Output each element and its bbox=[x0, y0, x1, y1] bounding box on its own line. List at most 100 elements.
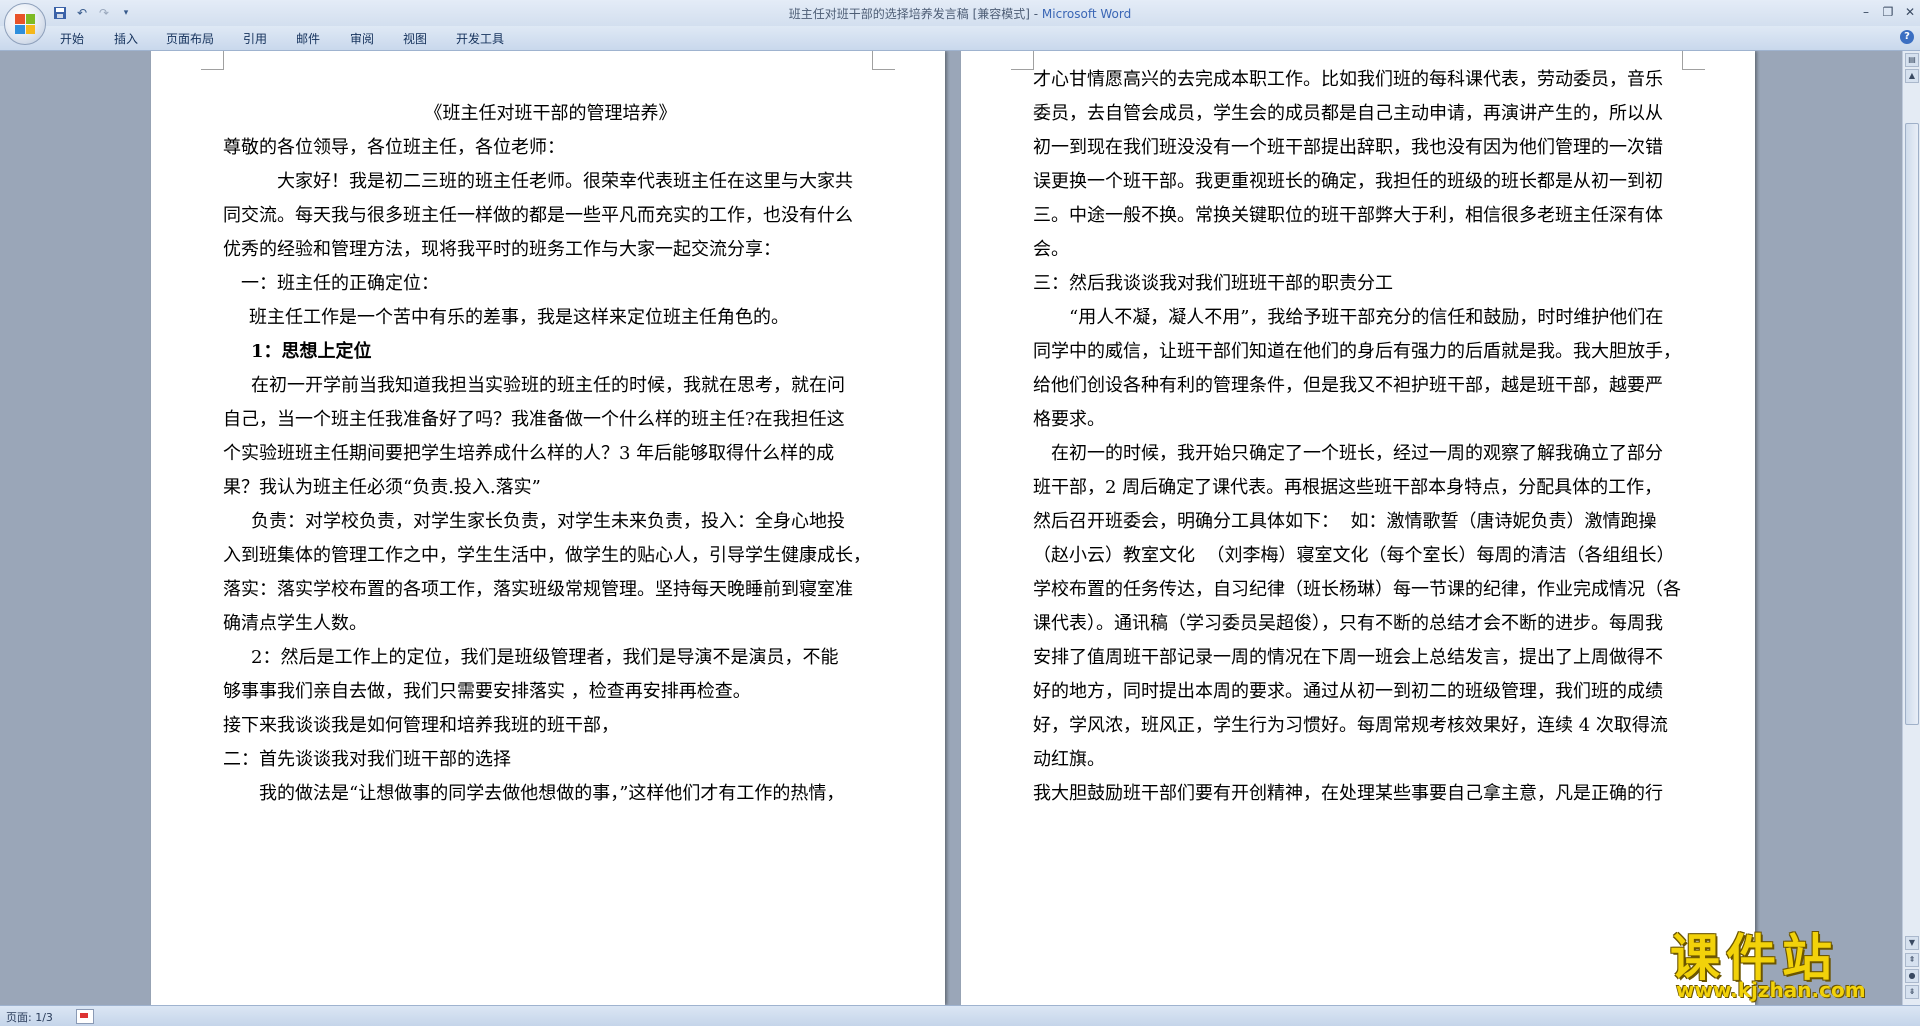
office-logo-icon bbox=[15, 14, 35, 34]
text-line: 才心甘情愿高兴的去完成本职工作。比如我们班的每科课代表，劳动委员，音乐 bbox=[1033, 69, 1663, 91]
watermark-url: www.kjzhan.com bbox=[1676, 978, 1866, 1002]
text-line: （赵小云）教室文化 （刘李梅）寝室文化（每个室长）每周的清洁（各组组长） bbox=[1033, 545, 1674, 567]
tab-mailings[interactable]: 邮件 bbox=[296, 30, 320, 47]
text-line: 委员，去自管会成员，学生会的成员都是自己主动申请，再演讲产生的，所以从 bbox=[1033, 103, 1663, 125]
text-line-content: 好，学风浓，班风正，学生行为习惯好。每周常规考核效果好，连续 4 次取得流 bbox=[1033, 715, 1668, 736]
text-line: 三：然后我谈谈我对我们班班干部的职责分工 bbox=[1033, 273, 1393, 295]
scroll-up-icon[interactable]: ▲ bbox=[1905, 69, 1919, 83]
status-bar: 页面: 1/3 bbox=[0, 1005, 1920, 1026]
text-line-content: 我的做法是“让想做事的同学去做他想做的事，”这样他们才有工作的热情， bbox=[259, 783, 845, 804]
text-line-content: 我大胆鼓励班干部们要有开创精神，在处理某些事要自己拿主意，凡是正确的行 bbox=[1033, 783, 1663, 804]
text-line-content: 课代表）。通讯稿（学习委员吴超俊），只有不断的总结才会不断的进步。每周我 bbox=[1033, 613, 1663, 634]
text-line-content: 才心甘情愿高兴的去完成本职工作。比如我们班的每科课代表，劳动委员，音乐 bbox=[1033, 69, 1663, 90]
text-line-content: 落实：落实学校布置的各项工作，落实班级常规管理。坚持每天晚睡前到寝室准 bbox=[223, 579, 853, 600]
text-line-content: 优秀的经验和管理方法，现将我平时的班务工作与大家一起交流分享： bbox=[223, 239, 781, 260]
text-line-content: 2：然后是工作上的定位，我们是班级管理者，我们是导演不是演员，不能 bbox=[251, 647, 839, 668]
margin-corner-mark bbox=[201, 51, 224, 70]
text-line: 同交流。每天我与很多班主任一样做的都是一些平凡而充实的工作，也没有什么 bbox=[223, 205, 853, 227]
text-line-content: 三。中途一般不换。常换关键职位的班干部弊大于利，相信很多老班主任深有体 bbox=[1033, 205, 1663, 226]
page-count[interactable]: 页面: 1/3 bbox=[6, 1009, 53, 1025]
text-line: 初一到现在我们班没没有一个班干部提出辞职，我也没有因为他们管理的一次错 bbox=[1033, 137, 1663, 159]
text-line-content: （赵小云）教室文化 （刘李梅）寝室文化（每个室长）每周的清洁（各组组长） bbox=[1033, 545, 1675, 566]
text-line: 我大胆鼓励班干部们要有开创精神，在处理某些事要自己拿主意，凡是正确的行 bbox=[1033, 783, 1663, 805]
text-line: 优秀的经验和管理方法，现将我平时的班务工作与大家一起交流分享： bbox=[223, 239, 781, 261]
text-line: 确清点学生人数。 bbox=[223, 613, 367, 635]
text-line-content: 尊敬的各位领导，各位班主任，各位老师： bbox=[223, 137, 565, 158]
tab-review[interactable]: 审阅 bbox=[350, 30, 374, 47]
text-line-content: 好的地方，同时提出本周的要求。通过从初一到初二的班级管理，我们班的成绩 bbox=[1033, 681, 1663, 702]
margin-corner-mark bbox=[872, 51, 895, 70]
text-line: 一：班主任的正确定位： bbox=[241, 273, 439, 295]
text-line: 在初一开学前当我知道我担当实验班的班主任的时候，我就在思考，就在问 bbox=[251, 375, 845, 397]
text-line-content: “用人不凝，凝人不用”，我给予班干部充分的信任和鼓励，时时维护他们在 bbox=[1069, 307, 1664, 328]
margin-corner-mark bbox=[1682, 51, 1705, 70]
text-line-content: 接下来我谈谈我是如何管理和培养我班的班干部， bbox=[223, 715, 619, 736]
document-title: 班主任对班干部的选择培养发言稿 [兼容模式] - bbox=[788, 7, 1042, 21]
text-line-content: 大家好！我是初二三班的班主任老师。很荣幸代表班主任在这里与大家共 bbox=[277, 171, 853, 192]
text-line: 二：首先谈谈我对我们班干部的选择 bbox=[223, 749, 511, 771]
ribbon-tabs: 开始 插入 页面布局 引用 邮件 审阅 视图 开发工具 ? bbox=[0, 26, 1920, 51]
text-line-content: 在初一的时候，我开始只确定了一个班长，经过一周的观察了解我确立了部分 bbox=[1051, 443, 1663, 464]
text-line: 个实验班班主任期间要把学生培养成什么样的人？3 年后能够取得什么样的成 bbox=[223, 443, 834, 465]
text-line: 果？我认为班主任必须“负责.投入.落实” bbox=[223, 477, 541, 499]
text-line: 会。 bbox=[1033, 239, 1069, 261]
text-line: 入到班集体的管理工作之中，学生生活中，做学生的贴心人，引导学生健康成长， bbox=[223, 545, 871, 567]
text-line: 课代表）。通讯稿（学习委员吴超俊），只有不断的总结才会不断的进步。每周我 bbox=[1033, 613, 1663, 635]
text-line-content: 个实验班班主任期间要把学生培养成什么样的人？3 年后能够取得什么样的成 bbox=[223, 443, 835, 464]
text-line: 然后召开班委会，明确分工具体如下： 如：激情歌誓（唐诗妮负责）激情跑操 bbox=[1033, 511, 1656, 533]
tab-view[interactable]: 视图 bbox=[403, 30, 427, 47]
text-line-content: 确清点学生人数。 bbox=[223, 613, 367, 634]
title-bar: ↶ ↷ ▾ 班主任对班干部的选择培养发言稿 [兼容模式] - Microsoft… bbox=[0, 0, 1920, 26]
text-line: 误更换一个班干部。我更重视班长的确定，我担任的班级的班长都是从初一到初 bbox=[1033, 171, 1663, 193]
text-line-content: 1：思想上定位 bbox=[251, 341, 372, 362]
proofing-icon[interactable] bbox=[76, 1009, 94, 1024]
text-line-content: 学校布置的任务传达，自习纪律（班长杨琳）每一节课的纪律，作业完成情况（各 bbox=[1033, 579, 1681, 600]
text-line-content: 《班主任对班干部的管理培养》 bbox=[424, 103, 677, 124]
vertical-scrollbar[interactable]: ▤ ▲ ▼ ⇞ ● ⇟ bbox=[1902, 51, 1920, 1005]
document-page-2[interactable]: 才心甘情愿高兴的去完成本职工作。比如我们班的每科课代表，劳动委员，音乐 委员，去自… bbox=[961, 51, 1755, 1005]
text-line: 落实：落实学校布置的各项工作，落实班级常规管理。坚持每天晚睡前到寝室准 bbox=[223, 579, 853, 601]
tab-home[interactable]: 开始 bbox=[60, 30, 84, 47]
text-line: 2：然后是工作上的定位，我们是班级管理者，我们是导演不是演员，不能 bbox=[251, 647, 838, 669]
app-name: Microsoft Word bbox=[1041, 7, 1132, 21]
tab-references[interactable]: 引用 bbox=[243, 30, 267, 47]
text-line: 给他们创设各种有利的管理条件，但是我又不袒护班干部，越是班干部，越要严 bbox=[1033, 375, 1663, 397]
text-line: 在初一的时候，我开始只确定了一个班长，经过一周的观察了解我确立了部分 bbox=[1051, 443, 1663, 465]
text-line: 好的地方，同时提出本周的要求。通过从初一到初二的班级管理，我们班的成绩 bbox=[1033, 681, 1663, 703]
text-line: 《班主任对班干部的管理培养》 bbox=[223, 103, 878, 125]
minimize-icon[interactable]: – bbox=[1856, 3, 1876, 21]
text-line: 接下来我谈谈我是如何管理和培养我班的班干部， bbox=[223, 715, 619, 737]
text-line-content: 同学中的威信，让班干部们知道在他们的身后有强力的后盾就是我。我大胆放手， bbox=[1033, 341, 1681, 362]
text-line: 格要求。 bbox=[1033, 409, 1105, 431]
text-line-content: 同交流。每天我与很多班主任一样做的都是一些平凡而充实的工作，也没有什么 bbox=[223, 205, 853, 226]
text-line: 自己，当一个班主任我准备好了吗？我准备做一个什么样的班主任?在我担任这 bbox=[223, 409, 845, 431]
document-page-1[interactable]: 《班主任对班干部的管理培养》尊敬的各位领导，各位班主任，各位老师： 大家好！我是初… bbox=[151, 51, 945, 1005]
restore-icon[interactable]: ❐ bbox=[1878, 3, 1898, 21]
text-line-content: 委员，去自管会成员，学生会的成员都是自己主动申请，再演讲产生的，所以从 bbox=[1033, 103, 1663, 124]
watermark-logo: 课件站 www.kjzhan.com bbox=[1670, 918, 1910, 1008]
text-line-content: 误更换一个班干部。我更重视班长的确定，我担任的班级的班长都是从初一到初 bbox=[1033, 171, 1663, 192]
text-line: 三。中途一般不换。常换关键职位的班干部弊大于利，相信很多老班主任深有体 bbox=[1033, 205, 1663, 227]
text-line-content: 动红旗。 bbox=[1033, 749, 1105, 770]
text-line-content: 格要求。 bbox=[1033, 409, 1105, 430]
close-icon[interactable]: ✕ bbox=[1900, 3, 1920, 21]
text-line: 够事事我们亲自去做，我们只需要安排落实 ，检查再安排再检查。 bbox=[223, 681, 751, 703]
text-line-content: 给他们创设各种有利的管理条件，但是我又不袒护班干部，越是班干部，越要严 bbox=[1033, 375, 1663, 396]
text-line: 班干部，2 周后确定了课代表。再根据这些班干部本身特点，分配具体的工作， bbox=[1033, 477, 1662, 499]
office-button[interactable] bbox=[4, 3, 46, 45]
text-line-content: 会。 bbox=[1033, 239, 1069, 260]
ruler-toggle-icon[interactable]: ▤ bbox=[1905, 53, 1919, 67]
tab-insert[interactable]: 插入 bbox=[114, 30, 138, 47]
text-line-content: 一：班主任的正确定位： bbox=[241, 273, 439, 294]
text-line: 1：思想上定位 bbox=[251, 341, 372, 363]
text-line-content: 安排了值周班干部记录一周的情况在下周一班会上总结发言，提出了上周做得不 bbox=[1033, 647, 1663, 668]
text-line-content: 在初一开学前当我知道我担当实验班的班主任的时候，我就在思考，就在问 bbox=[251, 375, 845, 396]
help-icon[interactable]: ? bbox=[1900, 30, 1914, 44]
text-line: 动红旗。 bbox=[1033, 749, 1105, 771]
tab-page-layout[interactable]: 页面布局 bbox=[166, 30, 214, 47]
text-line-content: 三：然后我谈谈我对我们班班干部的职责分工 bbox=[1033, 273, 1393, 294]
scroll-thumb[interactable] bbox=[1905, 123, 1919, 725]
text-line-content: 班干部，2 周后确定了课代表。再根据这些班干部本身特点，分配具体的工作， bbox=[1033, 477, 1663, 498]
text-line-content: 入到班集体的管理工作之中，学生生活中，做学生的贴心人，引导学生健康成长， bbox=[223, 545, 871, 566]
tab-developer[interactable]: 开发工具 bbox=[456, 30, 504, 47]
